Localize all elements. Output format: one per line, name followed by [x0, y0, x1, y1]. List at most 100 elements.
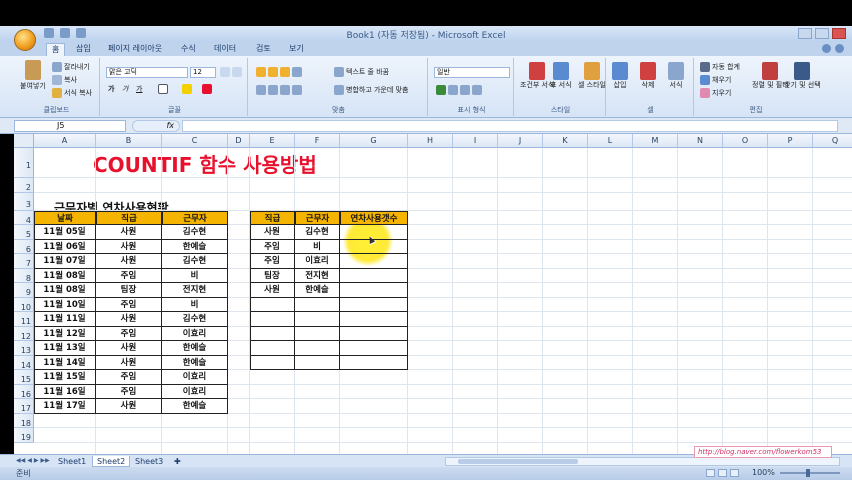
table2-cell[interactable]: [295, 355, 340, 370]
table2-header-cell[interactable]: 연차사용갯수: [340, 210, 408, 225]
table2-cell[interactable]: [250, 341, 295, 356]
wrap-text-button[interactable]: 텍스트 줄 바꿈: [334, 67, 389, 77]
column-header-m[interactable]: M: [633, 134, 678, 148]
table1-cell[interactable]: 주임: [96, 384, 162, 399]
table1-cell[interactable]: 이효리: [162, 326, 228, 341]
autosum-button[interactable]: 자동 합계: [700, 62, 740, 72]
table1-cell[interactable]: 김수현: [162, 312, 228, 327]
table2-header-cell[interactable]: 직급: [250, 210, 295, 225]
accounting-button[interactable]: [436, 85, 484, 95]
row-header-19[interactable]: 19: [14, 428, 34, 443]
table2-cell[interactable]: [340, 297, 408, 312]
close-button[interactable]: [832, 28, 846, 39]
row-header-5[interactable]: 5: [14, 225, 34, 240]
column-header-h[interactable]: H: [408, 134, 453, 148]
table2-cell[interactable]: 주임: [250, 239, 295, 254]
column-header-q[interactable]: Q: [813, 134, 852, 148]
table1-cell[interactable]: 주임: [96, 370, 162, 385]
sheet-tab-sheet3[interactable]: Sheet3: [131, 456, 167, 467]
table1-cell[interactable]: 비: [162, 268, 228, 283]
row-header-14[interactable]: 14: [14, 355, 34, 370]
paste-button[interactable]: 붙여넣기: [20, 60, 46, 91]
column-header-c[interactable]: C: [162, 134, 228, 148]
table1-cell[interactable]: 사원: [96, 399, 162, 414]
row-header-8[interactable]: 8: [14, 268, 34, 283]
format-painter-button[interactable]: 서식 복사: [52, 88, 92, 98]
zoom-slider-knob[interactable]: [806, 469, 810, 477]
table2-cell[interactable]: 이효리: [295, 254, 340, 269]
row-header-6[interactable]: 6: [14, 239, 34, 254]
table1-cell[interactable]: 주임: [96, 297, 162, 312]
table2-cell[interactable]: [340, 254, 408, 269]
column-header-l[interactable]: L: [588, 134, 633, 148]
table2-cell[interactable]: [250, 312, 295, 327]
row-header-7[interactable]: 7: [14, 254, 34, 269]
table2-cell[interactable]: [340, 239, 408, 254]
table2-cell[interactable]: 주임: [250, 254, 295, 269]
table1-cell[interactable]: 한예슬: [162, 399, 228, 414]
table2-cell[interactable]: [340, 326, 408, 341]
tab-page-layout[interactable]: 페이지 레이아웃: [108, 43, 162, 54]
delete-cells-button[interactable]: 삭제: [640, 62, 656, 90]
table2-cell[interactable]: [340, 341, 408, 356]
table2-cell[interactable]: [295, 297, 340, 312]
table2-cell[interactable]: 사원: [250, 283, 295, 298]
column-header-a[interactable]: A: [34, 134, 96, 148]
row-header-12[interactable]: 12: [14, 326, 34, 341]
italic-button[interactable]: 가: [122, 84, 128, 94]
scroll-thumb[interactable]: [458, 459, 578, 464]
merge-center-button[interactable]: 병합하고 가운데 맞춤: [334, 85, 408, 95]
column-header-j[interactable]: J: [498, 134, 543, 148]
borders-button[interactable]: [158, 84, 170, 94]
insert-function-button[interactable]: fx: [132, 120, 180, 132]
select-all-corner[interactable]: [14, 134, 34, 148]
table2-header-cell[interactable]: 근무자: [295, 210, 340, 225]
table2-cell[interactable]: [340, 312, 408, 327]
table1-cell[interactable]: 11월 08일: [34, 268, 96, 283]
table1-cell[interactable]: 팀장: [96, 283, 162, 298]
maximize-button[interactable]: [815, 28, 829, 39]
column-header-d[interactable]: D: [228, 134, 250, 148]
tab-review[interactable]: 검토: [256, 43, 271, 54]
row-header-3[interactable]: 3: [14, 192, 34, 211]
cut-button[interactable]: 잘라내기: [52, 62, 90, 72]
table1-cell[interactable]: 이효리: [162, 370, 228, 385]
last-sheet-icon[interactable]: ▶▶: [40, 457, 49, 464]
table2-cell[interactable]: 한예슬: [295, 283, 340, 298]
underline-button[interactable]: 가: [136, 84, 142, 94]
row-header-17[interactable]: 17: [14, 399, 34, 414]
table2-cell[interactable]: 김수현: [295, 225, 340, 240]
table1-cell[interactable]: 11월 08일: [34, 283, 96, 298]
cell-styles-button[interactable]: 셀 스타일: [578, 62, 606, 90]
table1-cell[interactable]: 한예슬: [162, 355, 228, 370]
minimize-button[interactable]: [798, 28, 812, 39]
table2-cell[interactable]: [250, 297, 295, 312]
table2-cell[interactable]: [340, 225, 408, 240]
insert-sheet-icon[interactable]: ✚: [170, 456, 185, 467]
row-header-13[interactable]: 13: [14, 341, 34, 356]
table2-cell[interactable]: [250, 355, 295, 370]
row-header-2[interactable]: 2: [14, 178, 34, 193]
row-header-4[interactable]: 4: [14, 210, 34, 225]
table1-cell[interactable]: 주임: [96, 268, 162, 283]
column-header-f[interactable]: F: [295, 134, 340, 148]
fill-color-button[interactable]: [182, 84, 194, 94]
align-left-button[interactable]: [256, 85, 304, 95]
table1-cell[interactable]: 11월 05일: [34, 225, 96, 240]
table1-cell[interactable]: 한예슬: [162, 239, 228, 254]
zoom-level[interactable]: 100%: [752, 468, 775, 477]
column-header-n[interactable]: N: [678, 134, 723, 148]
table2-cell[interactable]: [295, 341, 340, 356]
formula-input[interactable]: [182, 120, 838, 132]
next-sheet-icon[interactable]: ▶: [34, 457, 39, 464]
top-align-button[interactable]: [256, 67, 304, 77]
table1-cell[interactable]: 사원: [96, 341, 162, 356]
row-header-16[interactable]: 16: [14, 384, 34, 399]
table1-cell[interactable]: 김수현: [162, 225, 228, 240]
table1-cell[interactable]: 11월 06일: [34, 239, 96, 254]
table2-cell[interactable]: 사원: [250, 225, 295, 240]
column-header-g[interactable]: G: [340, 134, 408, 148]
grow-font-button[interactable]: [220, 67, 232, 77]
help-icon[interactable]: [822, 44, 831, 53]
row-header-11[interactable]: 11: [14, 312, 34, 327]
